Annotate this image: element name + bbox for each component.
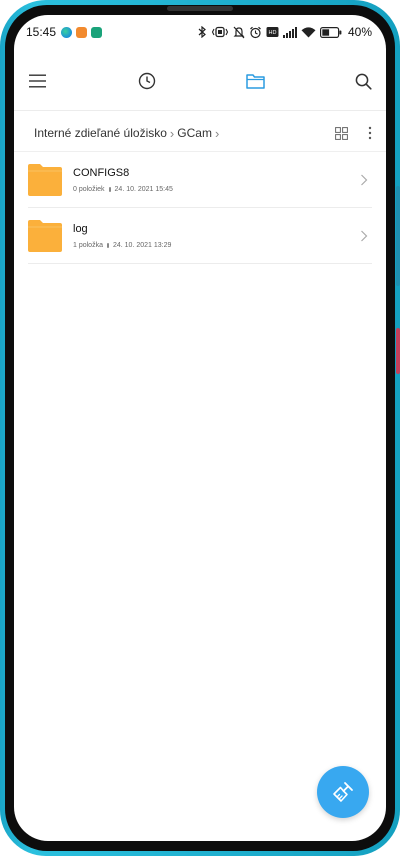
item-count: 0 položiek (73, 186, 105, 193)
separator (106, 243, 109, 248)
phone-frame: 15:45 HD 40% Interné zdieľané úložisko ›… (0, 0, 400, 856)
battery-icon (319, 26, 342, 38)
edge-icon (61, 26, 73, 38)
chevron-right-icon (354, 230, 374, 242)
modified-date: 24. 10. 2021 13:29 (112, 242, 172, 249)
chevron-right-icon: › (214, 125, 220, 141)
side-button (396, 186, 400, 286)
recent-button[interactable] (135, 69, 159, 93)
list-item[interactable]: log 1 položka 24. 10. 2021 13:29 (14, 208, 386, 264)
svg-text:HD: HD (268, 30, 276, 36)
phone-bezel: 15:45 HD 40% Interné zdieľané úložisko ›… (5, 5, 395, 851)
files-button[interactable] (243, 69, 267, 93)
status-time: 15:45 (26, 25, 57, 39)
bluetooth-icon (198, 26, 206, 38)
toolbar (14, 61, 386, 101)
clean-brush-icon (333, 782, 353, 802)
file-meta: 0 položiek 24. 10. 2021 15:45 (73, 186, 354, 193)
wifi-icon (301, 26, 316, 37)
file-name: CONFIGS8 (73, 167, 130, 179)
shop-icon (76, 26, 88, 38)
search-button[interactable] (352, 69, 376, 93)
breadcrumb-item-gcam[interactable]: GCam (177, 126, 212, 140)
breadcrumb-item-storage[interactable]: Interné zdieľané úložisko (34, 126, 167, 140)
separator (108, 187, 111, 192)
breadcrumb-actions (335, 126, 372, 140)
grid-view-icon[interactable] (335, 126, 348, 140)
vibrate-icon (211, 26, 229, 38)
volte-icon: HD (266, 27, 279, 37)
status-bar: 15:45 HD 40% (14, 15, 386, 49)
power-button (396, 328, 400, 374)
file-meta: 1 položka 24. 10. 2021 13:29 (73, 242, 354, 249)
chevron-right-icon (354, 174, 374, 186)
speaker (167, 6, 233, 11)
alarm-icon (250, 26, 261, 38)
menu-icon (29, 74, 46, 88)
search-icon (356, 73, 373, 90)
more-options-icon[interactable] (368, 126, 372, 140)
status-icons: HD 40% (198, 25, 372, 39)
app-icon (91, 26, 103, 38)
file-info: CONFIGS8 0 položiek 24. 10. 2021 15:45 (73, 167, 354, 193)
breadcrumb: Interné zdieľané úložisko › GCam › (14, 121, 386, 145)
folder-icon (246, 74, 265, 89)
clock-icon (138, 72, 155, 90)
file-info: log 1 položka 24. 10. 2021 13:29 (73, 223, 354, 249)
screen: 15:45 HD 40% Interné zdieľané úložisko ›… (14, 15, 386, 841)
clean-button[interactable] (317, 766, 369, 818)
file-list: CONFIGS8 0 položiek 24. 10. 2021 15:45 l… (14, 152, 386, 264)
modified-date: 24. 10. 2021 15:45 (114, 186, 173, 193)
mute-icon (233, 26, 245, 38)
chevron-right-icon: › (169, 125, 175, 141)
signal-icon (282, 26, 297, 38)
file-name: log (73, 223, 88, 235)
toolbar-divider (14, 110, 386, 111)
item-count: 1 položka (73, 242, 103, 249)
list-item[interactable]: CONFIGS8 0 položiek 24. 10. 2021 15:45 (14, 152, 386, 208)
battery-percent: 40% (347, 25, 372, 39)
folder-icon (28, 220, 62, 252)
folder-icon (28, 164, 62, 196)
menu-button[interactable] (26, 69, 50, 93)
